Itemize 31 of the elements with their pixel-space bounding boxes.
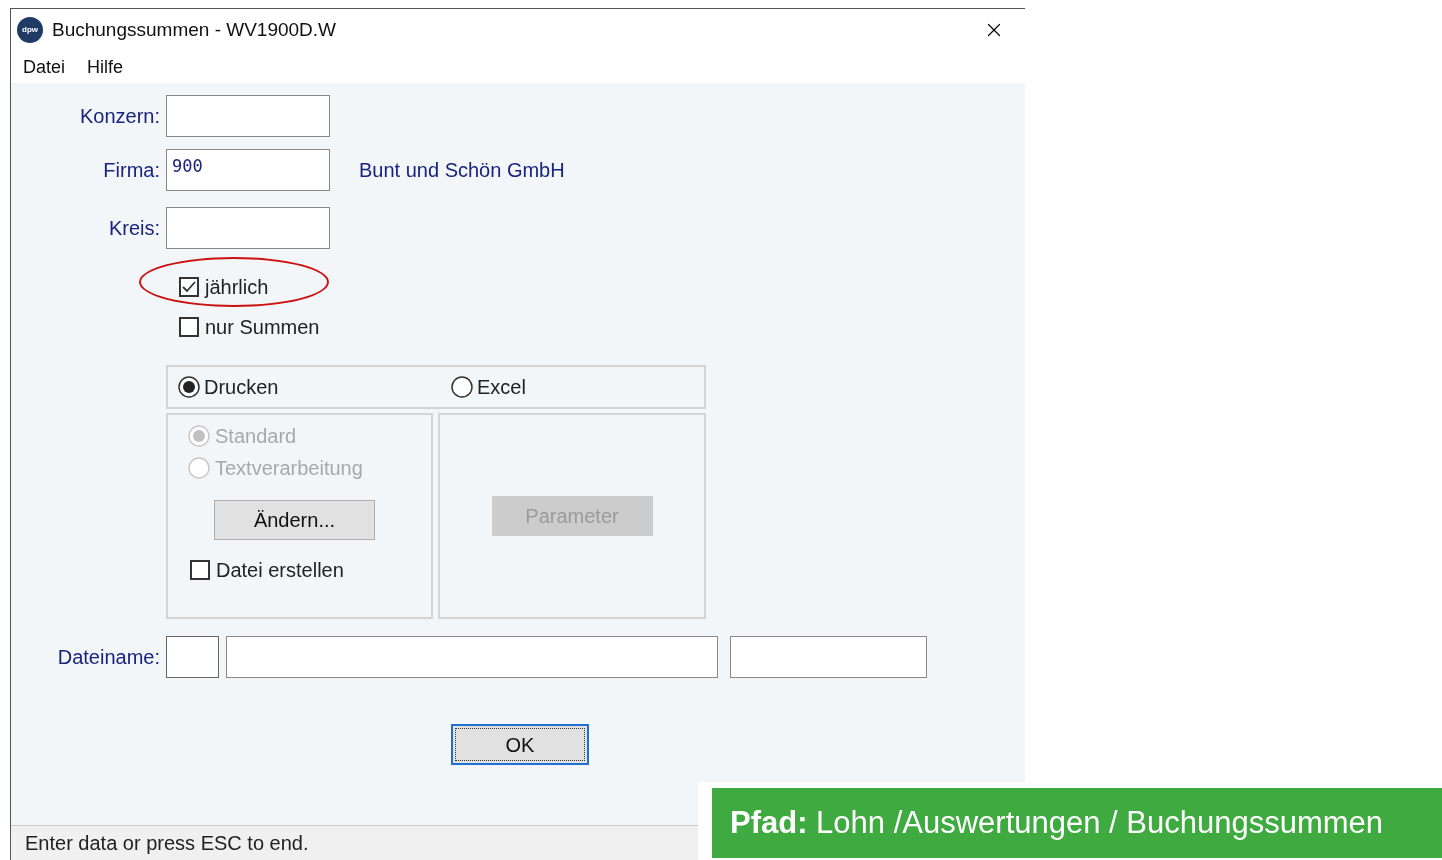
window-title: Buchungssummen - WV1900D.W	[52, 17, 337, 42]
field-label: Dateiname:	[56, 645, 160, 670]
radio-button[interactable]	[451, 376, 473, 398]
checkbox[interactable]	[179, 317, 199, 337]
input-field[interactable]: 900	[166, 149, 330, 191]
ok-button[interactable]: OK	[451, 724, 589, 765]
company-name: Bunt und Schön GmbH	[359, 158, 565, 183]
radio-button[interactable]	[178, 376, 200, 398]
menu-item[interactable]: Hilfe	[87, 53, 124, 81]
change-button[interactable]: Ändern...	[214, 500, 375, 540]
input-field[interactable]	[166, 207, 330, 249]
menu-item[interactable]: Datei	[23, 53, 66, 81]
checkbox[interactable]	[179, 277, 199, 297]
path-text: Pfad: Lohn /Auswertungen / Buchungssummen	[730, 803, 1384, 842]
input-field[interactable]	[730, 636, 927, 678]
radio-label: Drucken	[204, 375, 279, 400]
radio-label: Textverarbeitung	[215, 456, 363, 481]
input-field[interactable]	[226, 636, 718, 678]
input-field[interactable]	[166, 636, 219, 678]
app-logo: dpw	[17, 17, 43, 43]
field-label: Firma:	[102, 158, 160, 183]
checkbox-label: Datei erstellen	[216, 558, 344, 583]
radio-label: Excel	[477, 375, 526, 400]
radio-label: Standard	[215, 424, 297, 449]
field-label: Konzern:	[78, 104, 160, 129]
checkbox-label: jährlich	[205, 275, 269, 300]
checkbox[interactable]	[190, 560, 210, 580]
status-text: Enter data or press ESC to end.	[25, 831, 309, 856]
field-label: Kreis:	[107, 216, 160, 241]
input-field[interactable]	[166, 95, 330, 137]
checkbox-label: nur Summen	[205, 315, 320, 340]
